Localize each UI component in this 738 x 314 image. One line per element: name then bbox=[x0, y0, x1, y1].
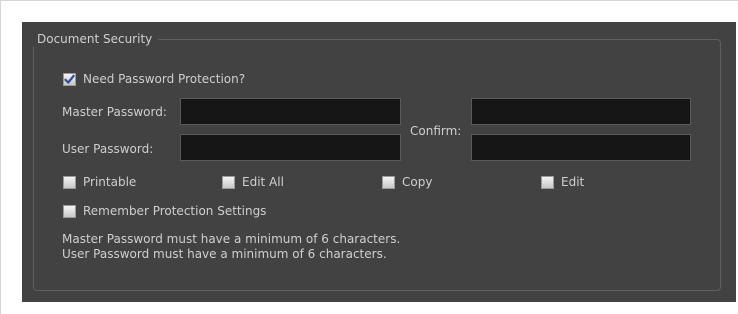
master-password-input[interactable] bbox=[180, 98, 401, 125]
copy-label: Copy bbox=[402, 175, 433, 189]
edit-checkbox-row[interactable]: Edit bbox=[541, 174, 584, 190]
confirm-label: Confirm: bbox=[410, 124, 462, 138]
copy-checkbox-row[interactable]: Copy bbox=[382, 174, 432, 190]
user-password-input[interactable] bbox=[180, 134, 401, 161]
edit-label: Edit bbox=[561, 175, 585, 189]
master-password-hint: Master Password must have a minimum of 6… bbox=[62, 232, 401, 246]
confirm-user-password-input[interactable] bbox=[471, 134, 691, 161]
edit-all-label: Edit All bbox=[242, 175, 284, 189]
confirm-master-password-input[interactable] bbox=[471, 98, 691, 125]
need-password-checkbox-row[interactable]: Need Password Protection? bbox=[63, 71, 245, 87]
checkmark-icon bbox=[64, 74, 75, 84]
remember-settings-checkbox[interactable] bbox=[63, 204, 76, 218]
remember-settings-label: Remember Protection Settings bbox=[83, 204, 267, 218]
group-title: Document Security bbox=[32, 31, 159, 47]
edit-all-checkbox[interactable] bbox=[222, 175, 235, 189]
printable-checkbox[interactable] bbox=[63, 175, 76, 189]
remember-settings-checkbox-row[interactable]: Remember Protection Settings bbox=[63, 203, 266, 219]
edit-all-checkbox-row[interactable]: Edit All bbox=[222, 174, 284, 190]
master-password-label: Master Password: bbox=[62, 105, 167, 119]
user-password-hint: User Password must have a minimum of 6 c… bbox=[62, 247, 387, 261]
need-password-checkbox[interactable] bbox=[63, 72, 76, 86]
need-password-label: Need Password Protection? bbox=[83, 72, 246, 86]
printable-checkbox-row[interactable]: Printable bbox=[63, 174, 136, 190]
edit-checkbox[interactable] bbox=[541, 175, 554, 189]
printable-label: Printable bbox=[83, 175, 137, 189]
user-password-label: User Password: bbox=[62, 142, 154, 156]
copy-checkbox[interactable] bbox=[382, 175, 395, 189]
